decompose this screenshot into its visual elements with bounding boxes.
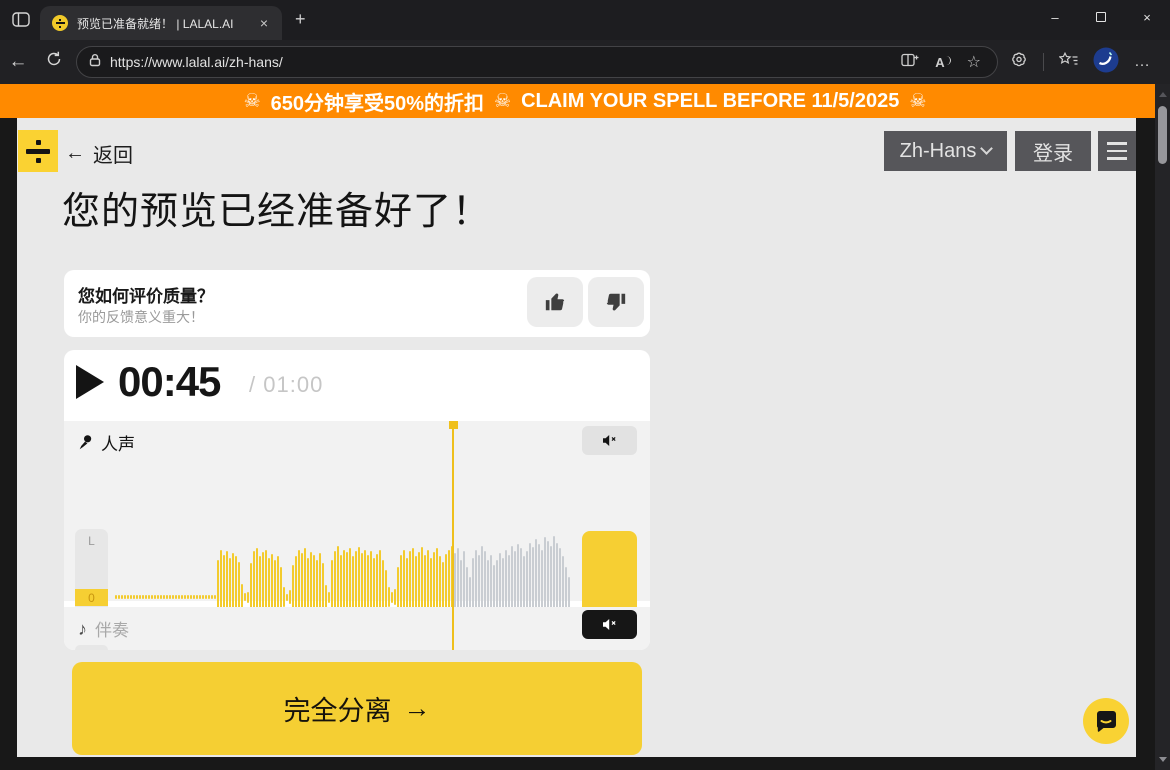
extensions-icon[interactable] xyxy=(1010,51,1028,74)
chat-widget-button[interactable] xyxy=(1083,698,1129,744)
skull-icon: ☠ xyxy=(244,90,261,113)
accompaniment-track: ♪ 伴奏 xyxy=(64,607,650,650)
chat-bubble-icon xyxy=(1094,709,1118,733)
page-title: 您的预览已经准备好了！ xyxy=(62,180,491,235)
tab-title: 预览已准备就绪！ | LALAL.AI xyxy=(77,15,247,32)
page-content: ← 返回 Zh-Hans 登录 您的预览已经准备好了！ 您如何评价质量？ 你的反… xyxy=(17,118,1136,757)
chevron-down-icon xyxy=(980,142,993,155)
toolbar-divider xyxy=(1043,53,1044,71)
accompaniment-mute-button[interactable] xyxy=(582,610,637,639)
accompaniment-label: ♪ 伴奏 xyxy=(78,616,129,641)
address-bar[interactable]: https://www.lalal.ai/zh-hans/ A ☆ xyxy=(76,46,998,78)
scrollbar-thumb[interactable] xyxy=(1158,106,1167,164)
skull-icon: ☠ xyxy=(494,90,511,113)
mute-icon xyxy=(602,434,617,447)
thumbs-up-icon xyxy=(544,291,566,313)
back-label: 返回 xyxy=(93,139,133,168)
minimize-button[interactable]: – xyxy=(1032,0,1078,34)
vocals-track: 人声 L 0 R 100 xyxy=(64,421,650,601)
current-time: 00:45 xyxy=(118,358,220,406)
settings-menu-icon[interactable]: … xyxy=(1134,53,1151,71)
play-button[interactable] xyxy=(76,365,104,399)
maximize-button[interactable] xyxy=(1078,0,1124,34)
login-button[interactable]: 登录 xyxy=(1015,131,1091,171)
collections-icon[interactable] xyxy=(1059,52,1078,72)
balance-left-label: L xyxy=(75,534,108,548)
microphone-icon xyxy=(78,434,93,451)
thumbs-down-button[interactable] xyxy=(588,277,644,327)
balance-handle[interactable]: 0 xyxy=(75,589,108,606)
total-time: / 01:00 xyxy=(249,372,323,398)
playhead-handle[interactable] xyxy=(449,421,458,429)
lalal-logo[interactable] xyxy=(18,130,58,172)
toolbar-right: … xyxy=(1010,47,1151,78)
close-button[interactable]: × xyxy=(1124,0,1170,34)
browser-toolbar: ← https://www.lalal.ai/zh-hans/ A ☆ … xyxy=(0,40,1170,84)
workspaces-icon[interactable] xyxy=(12,12,30,32)
thumbs-down-icon xyxy=(605,291,627,313)
window-controls: – × xyxy=(1032,0,1170,34)
scroll-up-arrow[interactable] xyxy=(1159,92,1167,97)
browser-titlebar: 预览已准备就绪！ | LALAL.AI × + – × xyxy=(0,0,1170,40)
lalal-favicon xyxy=(52,15,68,31)
vocals-mute-button[interactable] xyxy=(582,426,637,455)
promo-banner[interactable]: ☠ 650分钟享受50%的折扣 ☠ CLAIM YOUR SPELL BEFOR… xyxy=(0,84,1170,118)
scroll-down-arrow[interactable] xyxy=(1159,757,1167,762)
url-text[interactable]: https://www.lalal.ai/zh-hans/ xyxy=(110,54,892,70)
browser-tab[interactable]: 预览已准备就绪！ | LALAL.AI × xyxy=(40,6,282,40)
skull-icon: ☠ xyxy=(909,90,926,113)
promo-text-cn: 650分钟享受50%的折扣 xyxy=(271,87,484,116)
promo-text-en: CLAIM YOUR SPELL BEFORE 11/5/2025 xyxy=(521,90,899,113)
back-arrow-icon: ← xyxy=(65,142,85,165)
feedback-card: 您如何评价质量？ 你的反馈意义重大！ xyxy=(64,270,650,337)
back-link[interactable]: ← 返回 xyxy=(65,139,133,168)
bookmark-star-icon[interactable]: ☆ xyxy=(967,52,981,72)
mute-icon xyxy=(602,618,617,631)
thumbs-up-button[interactable] xyxy=(527,277,583,327)
new-tab-button[interactable]: + xyxy=(295,10,306,28)
accompaniment-balance-slider[interactable] xyxy=(75,645,108,650)
tab-close-icon[interactable]: × xyxy=(256,15,272,31)
back-nav-icon[interactable]: ← xyxy=(0,51,36,73)
language-selector[interactable]: Zh-Hans xyxy=(884,131,1007,171)
player-card: 00:45 / 01:00 人声 L 0 R 100 xyxy=(64,350,650,650)
vocals-label: 人声 xyxy=(78,430,135,455)
music-note-icon: ♪ xyxy=(78,620,87,638)
menu-button[interactable] xyxy=(1098,131,1136,171)
lock-icon[interactable] xyxy=(89,53,101,72)
split-screen-icon[interactable] xyxy=(901,53,919,72)
cta-label: 完全分离 xyxy=(284,689,392,728)
refresh-icon[interactable] xyxy=(36,51,72,73)
language-label: Zh-Hans xyxy=(900,140,977,163)
read-aloud-icon[interactable]: A xyxy=(935,55,950,70)
page-frame: ← 返回 Zh-Hans 登录 您的预览已经准备好了！ 您如何评价质量？ 你的反… xyxy=(0,118,1170,770)
feedback-question: 您如何评价质量？ xyxy=(78,282,214,307)
playhead[interactable] xyxy=(452,421,454,650)
login-label: 登录 xyxy=(1033,137,1073,166)
profile-avatar[interactable] xyxy=(1093,47,1119,78)
full-separation-button[interactable]: 完全分离 → xyxy=(72,662,642,755)
feedback-note: 你的反馈意义重大！ xyxy=(78,307,204,327)
scrollbar[interactable] xyxy=(1155,84,1170,770)
arrow-right-icon: → xyxy=(404,693,431,724)
